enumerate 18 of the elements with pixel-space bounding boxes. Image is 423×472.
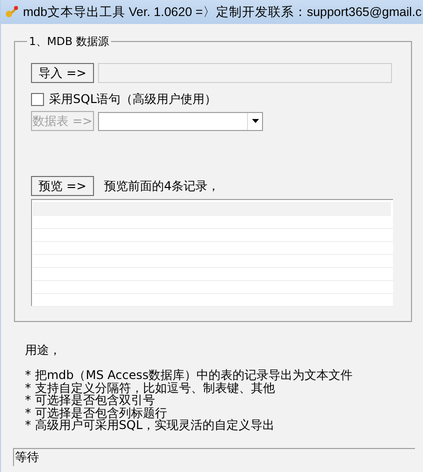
- usage-title: 用途，: [25, 342, 62, 359]
- path-field[interactable]: [98, 63, 392, 83]
- checkbox-label: 采用SQL语句（高级用户使用）: [49, 91, 217, 108]
- usage-line: * 高级用户可采用SQL，实现灵活的自定义导出: [25, 419, 276, 432]
- usage-line: * 支持自定义分隔符，比如逗号、制表键、其他: [25, 382, 275, 394]
- usage-line: * 可选择是否包含列标题行: [25, 406, 167, 419]
- dropdown-arrow-icon: [252, 119, 258, 123]
- key-icon: [5, 5, 19, 19]
- usage-line: * 把mdb（MS Access数据库）中的表的记录导出为文本文件: [25, 369, 354, 382]
- sql-checkbox[interactable]: [31, 93, 44, 106]
- window-title: mdb文本导出工具 Ver. 1.0620 =〉定制开发联系：support365@gmail.c: [23, 4, 422, 20]
- status-text: 等待: [15, 449, 39, 466]
- table-dropdown[interactable]: [98, 112, 263, 130]
- import-button[interactable]: 导入 =>: [31, 63, 94, 83]
- usage-line: * 可选择是否包含双引号: [25, 394, 155, 406]
- preview-label: 预览前面的4条记录，: [104, 178, 220, 194]
- group-title: 1、MDB 数据源: [28, 34, 110, 49]
- preview-button[interactable]: 预览 =>: [31, 176, 94, 196]
